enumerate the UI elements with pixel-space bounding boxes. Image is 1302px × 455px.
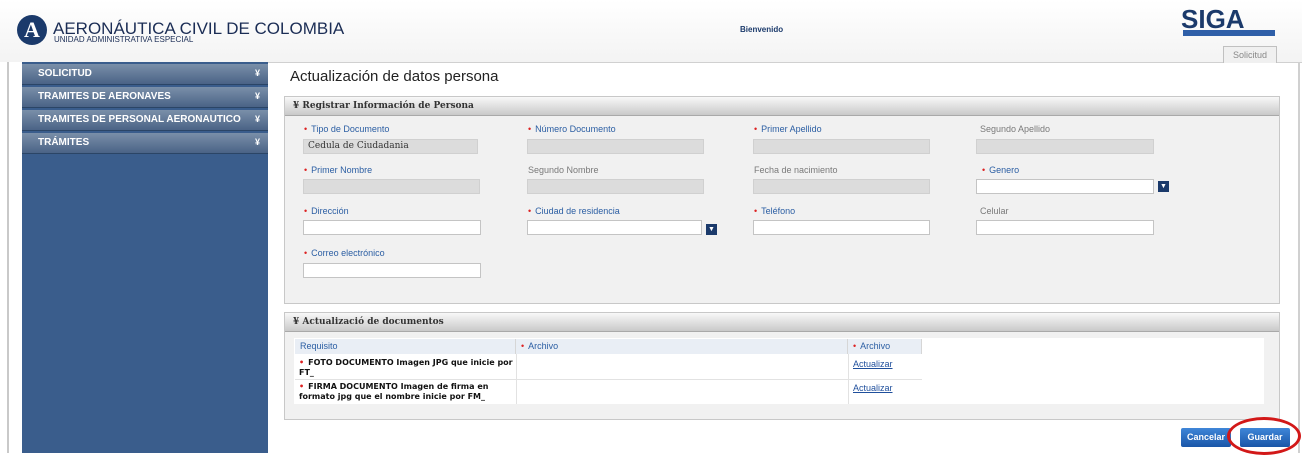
- col-divider: [516, 354, 517, 404]
- label-genero: • Genero: [982, 165, 1020, 175]
- chevron-down-icon: ¥: [254, 114, 260, 124]
- primer-apellido-field[interactable]: [753, 139, 930, 154]
- row-divider: [295, 379, 922, 380]
- chevron-down-icon: ¥: [293, 101, 300, 111]
- col-divider: [848, 354, 849, 404]
- table-filler: [922, 338, 1264, 404]
- panel-header-label: Registrar Información de Persona: [302, 101, 474, 111]
- dropdown-arrow-icon[interactable]: ▼: [706, 224, 717, 235]
- numero-documento-field[interactable]: [527, 139, 704, 154]
- cancel-button[interactable]: Cancelar: [1181, 428, 1231, 447]
- segundo-apellido-field[interactable]: [976, 139, 1154, 154]
- actualizar-firma-link[interactable]: Actualizar: [853, 383, 893, 393]
- sidebar-item-label: TRAMITES DE PERSONAL AERONAUTICO: [38, 114, 241, 125]
- label-ciudad: • Ciudad de residencia: [528, 206, 620, 216]
- tab-solicitud[interactable]: Solicitud: [1223, 46, 1277, 63]
- sidebar-item-tramites[interactable]: TRÁMITES ¥: [22, 133, 268, 154]
- label-tipo-documento: • Tipo de Documento: [304, 124, 390, 134]
- label-fecha-nacimiento: Fecha de nacimiento: [754, 165, 838, 175]
- celular-field[interactable]: [976, 220, 1154, 235]
- label-correo: • Correo electrónico: [304, 248, 385, 258]
- col-header-archivo: • Archivo: [516, 339, 848, 354]
- dropdown-arrow-icon[interactable]: ▼: [1158, 181, 1169, 192]
- welcome-text: Bienvenido: [740, 25, 784, 34]
- panel-header-person[interactable]: ¥ Registrar Información de Persona: [285, 97, 1279, 116]
- col-header-archivo-action: • Archivo: [848, 339, 922, 354]
- actualizar-foto-link[interactable]: Actualizar: [853, 359, 893, 369]
- sidebar-item-label: TRAMITES DE AERONAVES: [38, 91, 171, 102]
- right-edge: [1298, 62, 1300, 453]
- col-header-requisito: Requisito: [295, 339, 516, 354]
- fecha-nacimiento-field[interactable]: [753, 179, 930, 194]
- label-direccion: • Dirección: [304, 206, 349, 216]
- sidebar-item-solicitud[interactable]: SOLICITUD ¥: [22, 64, 268, 85]
- label-telefono: • Teléfono: [754, 206, 796, 216]
- telefono-field[interactable]: [753, 220, 930, 235]
- sidebar-item-label: SOLICITUD: [38, 68, 92, 79]
- correo-field[interactable]: [303, 263, 481, 278]
- panel-header-documents[interactable]: ¥ Actualizació de documentos: [285, 313, 1279, 332]
- sidebar-item-tramites-personal[interactable]: TRAMITES DE PERSONAL AERONAUTICO ¥: [22, 110, 268, 131]
- page-title: Actualización de datos persona: [290, 68, 499, 85]
- sidebar-item-tramites-aeronaves[interactable]: TRAMITES DE AERONAVES ¥: [22, 87, 268, 108]
- label-celular: Celular: [980, 206, 1009, 216]
- primer-nombre-field[interactable]: [303, 179, 480, 194]
- chevron-down-icon: ¥: [293, 317, 300, 327]
- table-row: • FOTO DOCUMENTO Imagen JPG que inicie po…: [299, 358, 513, 377]
- genero-select[interactable]: [976, 179, 1154, 194]
- label-numero-documento: • Número Documento: [528, 124, 616, 134]
- label-segundo-nombre: Segundo Nombre: [528, 165, 599, 175]
- sidebar-item-label: TRÁMITES: [38, 137, 90, 148]
- ciudad-select[interactable]: [527, 220, 702, 235]
- gutter-line: [7, 62, 9, 453]
- chevron-down-icon: ¥: [254, 68, 260, 78]
- label-primer-apellido: • Primer Apellido: [754, 124, 822, 134]
- label-segundo-apellido: Segundo Apellido: [980, 124, 1051, 134]
- aerocivil-logo-icon: A: [17, 15, 47, 45]
- table-row: • FIRMA DOCUMENTO Imagen de firma en form…: [299, 382, 489, 401]
- panel-header-label: Actualizació de documentos: [302, 317, 444, 327]
- left-gutter: [0, 62, 23, 453]
- org-subtitle: UNIDAD ADMINISTRATIVA ESPECIAL: [54, 35, 194, 44]
- highlight-circle: [1227, 417, 1301, 455]
- tipo-documento-field[interactable]: Cedula de Ciudadania: [303, 139, 478, 154]
- siga-logo-banner: [1183, 30, 1275, 36]
- chevron-down-icon: ¥: [254, 91, 260, 101]
- chevron-down-icon: ¥: [254, 137, 260, 147]
- label-primer-nombre: • Primer Nombre: [304, 165, 373, 175]
- direccion-field[interactable]: [303, 220, 481, 235]
- segundo-nombre-field[interactable]: [527, 179, 704, 194]
